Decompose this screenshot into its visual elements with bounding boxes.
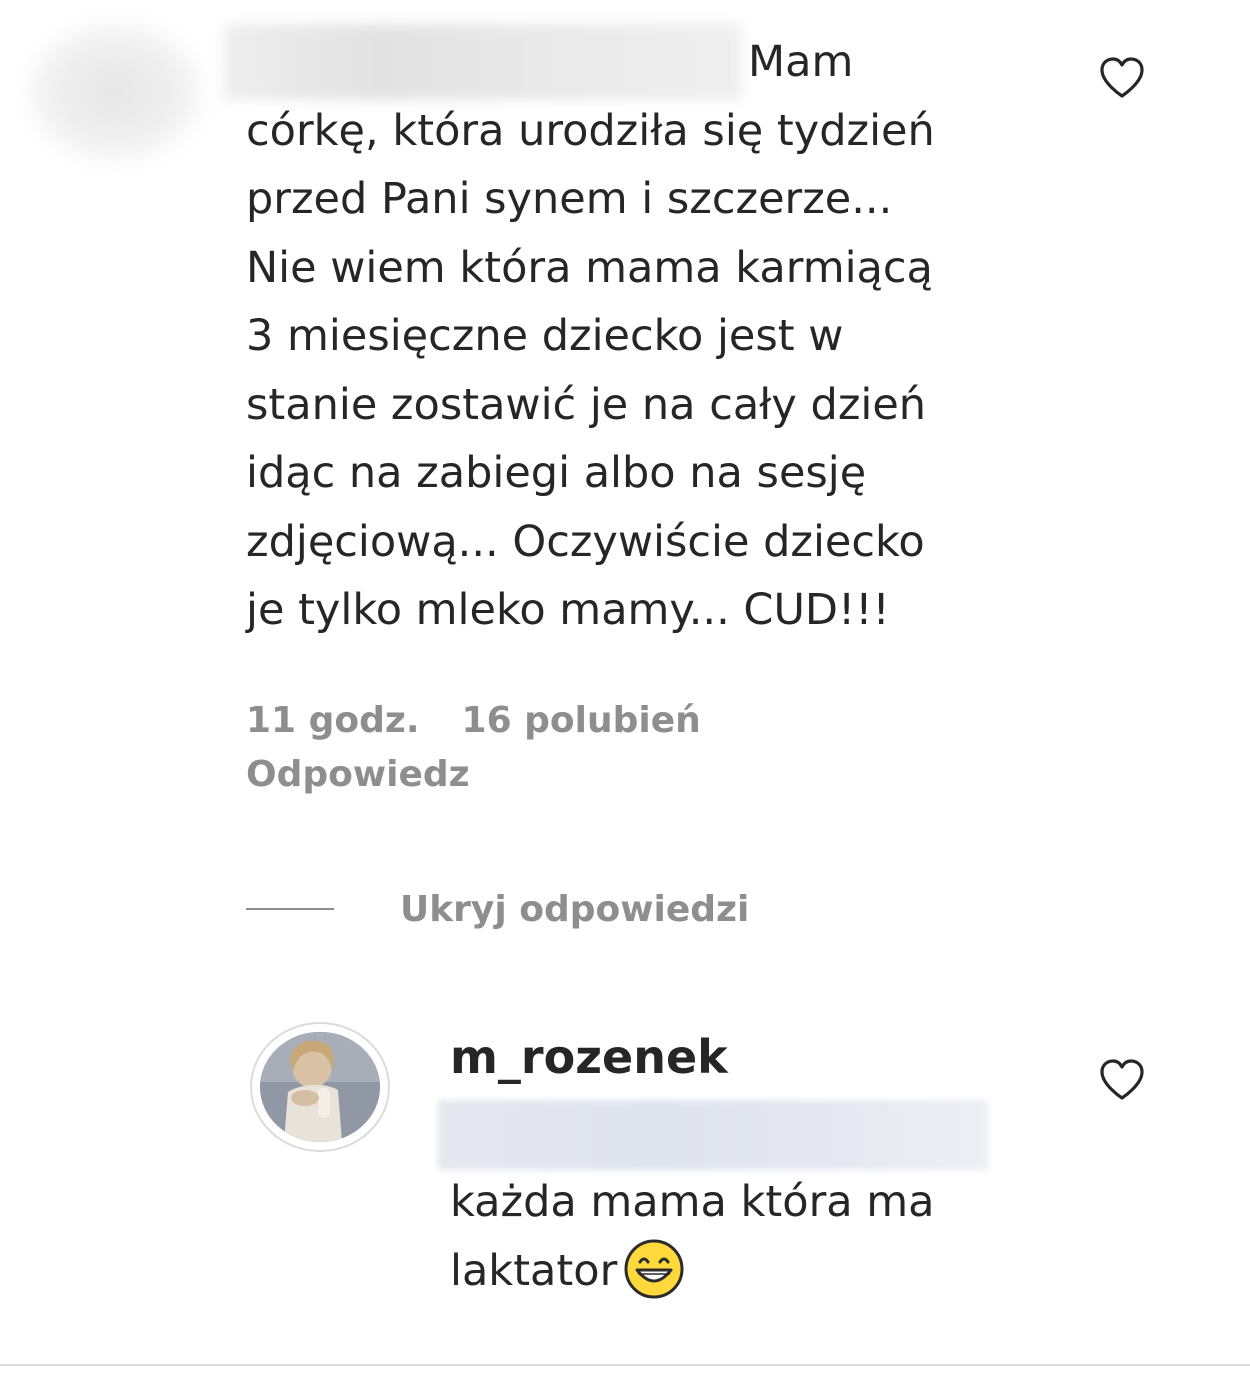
comment-body: Mam córkę, która urodziła się tydzień pr… [246,28,1076,645]
heart-icon[interactable] [1098,56,1146,100]
comment-line: 3 miesięczne dziecko jest w [246,311,844,361]
comment-thread: Mam córkę, która urodziła się tydzień pr… [0,0,1250,1380]
divider-line [246,908,334,910]
reply-username[interactable]: m_rozenek [450,1030,728,1084]
comment-line: idąc na zabiegi albo na sesję [246,448,867,498]
comment-line: zdjęciową... Oczywiście dziecko [246,516,925,567]
reply-button[interactable]: Odpowiedz [246,754,470,795]
avatar[interactable] [250,1022,390,1152]
commenter-avatar-blurred[interactable] [30,24,200,160]
heart-icon[interactable] [1098,1058,1146,1102]
comment-line: Nie wiem która mama karmiącą [246,242,933,293]
reply-body: każda mama która ma laktator [450,1168,1050,1305]
reply-line: każda mama która ma [450,1177,935,1227]
hide-replies-button[interactable]: Ukryj odpowiedzi [246,884,749,934]
comment-line: córkę, która urodziła się tydzień [246,105,935,156]
comment-time[interactable]: 11 godz. [246,700,420,741]
hide-replies-label: Ukryj odpowiedzi [400,888,750,930]
comment-meta: 11 godz. 16 polubień [246,700,701,741]
avatar-photo [260,1032,380,1142]
reply-line: laktator [450,1245,618,1296]
comment-text-first: Mam [748,37,854,87]
comment-line: je tylko mleko mamy... CUD!!! [246,585,890,635]
comment-likes[interactable]: 16 polubień [462,700,701,741]
comment-line: stanie zostawić je na cały dzień [246,379,927,430]
comment-line: przed Pani synem i szczerze... [246,174,893,224]
mention-blurred[interactable] [438,1100,988,1170]
grinning-face-emoji-icon [624,1239,684,1299]
divider [0,1364,1250,1366]
